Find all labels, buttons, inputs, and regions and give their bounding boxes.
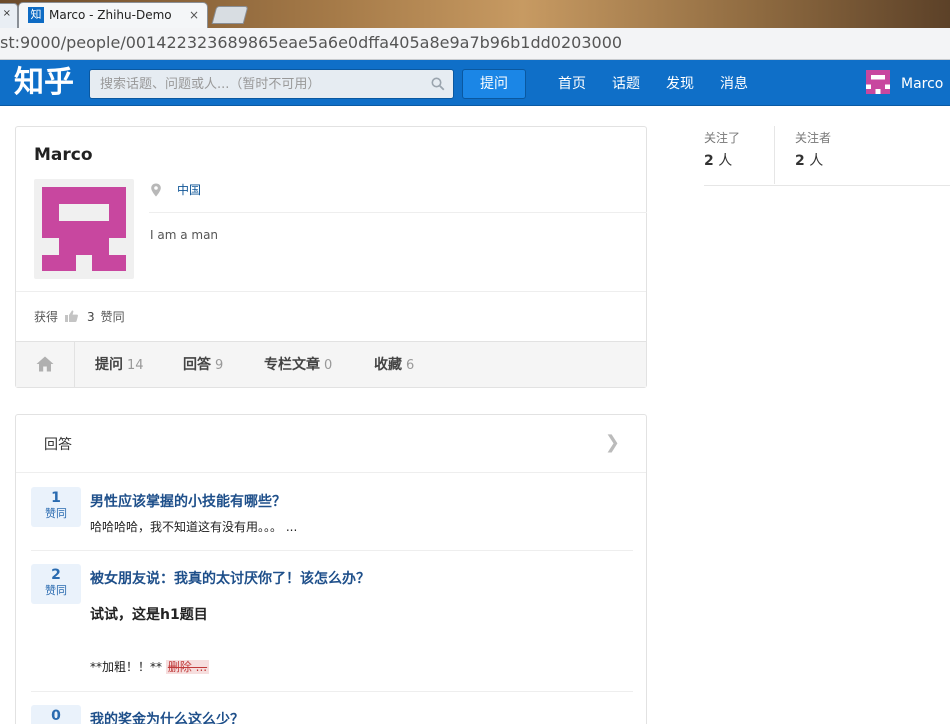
bold-markdown-text: **加粗！！** (90, 660, 166, 674)
tab-articles[interactable]: 专栏文章 0 (264, 357, 332, 374)
new-tab-button[interactable] (211, 6, 249, 24)
tab-home[interactable] (16, 342, 75, 388)
tab-count: 0 (324, 358, 333, 373)
answer-excerpt[interactable]: **加粗！！** 删除 ... (90, 659, 210, 675)
search-icon[interactable] (431, 77, 445, 91)
previous-tab[interactable]: × (0, 3, 18, 28)
address-bar[interactable]: st:9000/people/001422323689865eae5a6e0df… (0, 28, 950, 60)
followers-count: 2 (795, 153, 805, 169)
tab-count: 6 (406, 358, 415, 373)
divider (16, 291, 646, 292)
vote-count: 2 (51, 567, 61, 583)
search-input[interactable] (90, 70, 425, 98)
browser-tab-bar: × 知 Marco - Zhihu-Demo × (0, 0, 950, 28)
nav-topics[interactable]: 话题 (612, 75, 640, 93)
avatar (34, 179, 134, 279)
url-text[interactable]: st:9000/people/001422323689865eae5a6e0df… (0, 33, 622, 53)
vote-label: 赞同 (45, 507, 67, 520)
followers-stat[interactable]: 关注者 2 人 (795, 126, 831, 184)
answer-excerpt[interactable]: 哈哈哈哈，我不知道这有没有用。。。 ... (90, 519, 297, 535)
answers-header[interactable]: 回答 ❯ (16, 415, 646, 473)
location-text[interactable]: 中国 (177, 182, 201, 198)
question-title-link[interactable]: 我的奖金为什么这么少？ (90, 711, 244, 724)
following-stat[interactable]: 关注了 2 人 (704, 126, 740, 184)
tab-count: 9 (215, 358, 224, 373)
search-box[interactable] (89, 69, 454, 99)
vote-count: 1 (51, 490, 61, 506)
followers-value: 2 人 (795, 152, 831, 170)
zhihu-favicon-icon: 知 (28, 7, 44, 23)
site-header: 知乎 提问 首页 话题 发现 消息 Marco (0, 60, 950, 106)
followers-unit: 人 (809, 153, 824, 169)
strikethrough-text: 删除 ... (165, 660, 210, 674)
nav-home[interactable]: 首页 (558, 75, 586, 93)
ask-question-button[interactable]: 提问 (462, 69, 526, 99)
identicon-image (42, 187, 126, 271)
divider (31, 550, 633, 551)
tab-label: 提问 (95, 357, 123, 373)
divider (774, 126, 775, 184)
tab-count: 14 (127, 358, 144, 373)
votes-count: 3 (87, 310, 95, 324)
nav-messages[interactable]: 消息 (720, 75, 748, 93)
tab-questions[interactable]: 提问 14 (95, 357, 144, 374)
tab-label: 专栏文章 (264, 357, 320, 373)
vote-count-box[interactable]: 1 赞同 (31, 487, 81, 527)
divider (149, 212, 647, 213)
vote-count: 0 (51, 708, 61, 724)
question-title-link[interactable]: 被女朋友说：我真的太讨厌你了！该怎么办？ (90, 570, 370, 588)
user-avatar[interactable] (866, 70, 890, 94)
vote-count-box[interactable]: 0 赞同 (31, 705, 81, 724)
close-icon[interactable]: × (3, 8, 11, 19)
tab-label: 回答 (183, 357, 211, 373)
close-icon[interactable]: × (189, 7, 199, 23)
votes-prefix: 获得 (34, 310, 59, 324)
following-count: 2 (704, 153, 714, 169)
zhihu-logo[interactable]: 知乎 (14, 63, 74, 103)
following-label: 关注了 (704, 131, 741, 145)
vote-label: 赞同 (45, 584, 67, 597)
follow-stats: 关注了 2 人 关注者 2 人 (704, 126, 950, 186)
question-title-link[interactable]: 男性应该掌握的小技能有哪些？ (90, 493, 286, 511)
tab-collections[interactable]: 收藏 6 (374, 357, 414, 374)
active-tab[interactable]: 知 Marco - Zhihu-Demo × (18, 2, 208, 28)
tab-title: Marco - Zhihu-Demo (49, 8, 172, 22)
thumbs-up-icon (65, 310, 78, 322)
chevron-right-icon[interactable]: ❯ (605, 433, 620, 453)
vote-count-box[interactable]: 2 赞同 (31, 564, 81, 604)
answer-heading: 试试，这是h1题目 (90, 607, 208, 623)
divider (31, 691, 633, 692)
votes-received: 获得 3 赞同 (34, 309, 125, 325)
user-name-link[interactable]: Marco (901, 75, 943, 93)
tab-label: 收藏 (374, 357, 402, 373)
followers-label: 关注者 (795, 131, 832, 145)
home-icon (36, 356, 54, 372)
location-pin-icon (151, 183, 161, 197)
profile-name: Marco (34, 145, 93, 165)
nav-explore[interactable]: 发现 (666, 75, 694, 93)
tab-answers[interactable]: 回答 9 (183, 357, 223, 374)
bio-text: I am a man (150, 228, 219, 242)
profile-card: Marco 中国 I am a man 获得 3 赞同 提问 14 回答 9 专栏文章 0… (15, 126, 647, 388)
votes-suffix: 赞同 (100, 310, 125, 324)
following-value: 2 人 (704, 152, 740, 170)
following-unit: 人 (718, 153, 733, 169)
answers-card: 回答 ❯ 1 赞同 男性应该掌握的小技能有哪些？ 哈哈哈哈，我不知道这有没有用。… (15, 414, 647, 724)
profile-tabs: 提问 14 回答 9 专栏文章 0 收藏 6 (16, 341, 646, 388)
answers-title: 回答 (44, 437, 72, 453)
